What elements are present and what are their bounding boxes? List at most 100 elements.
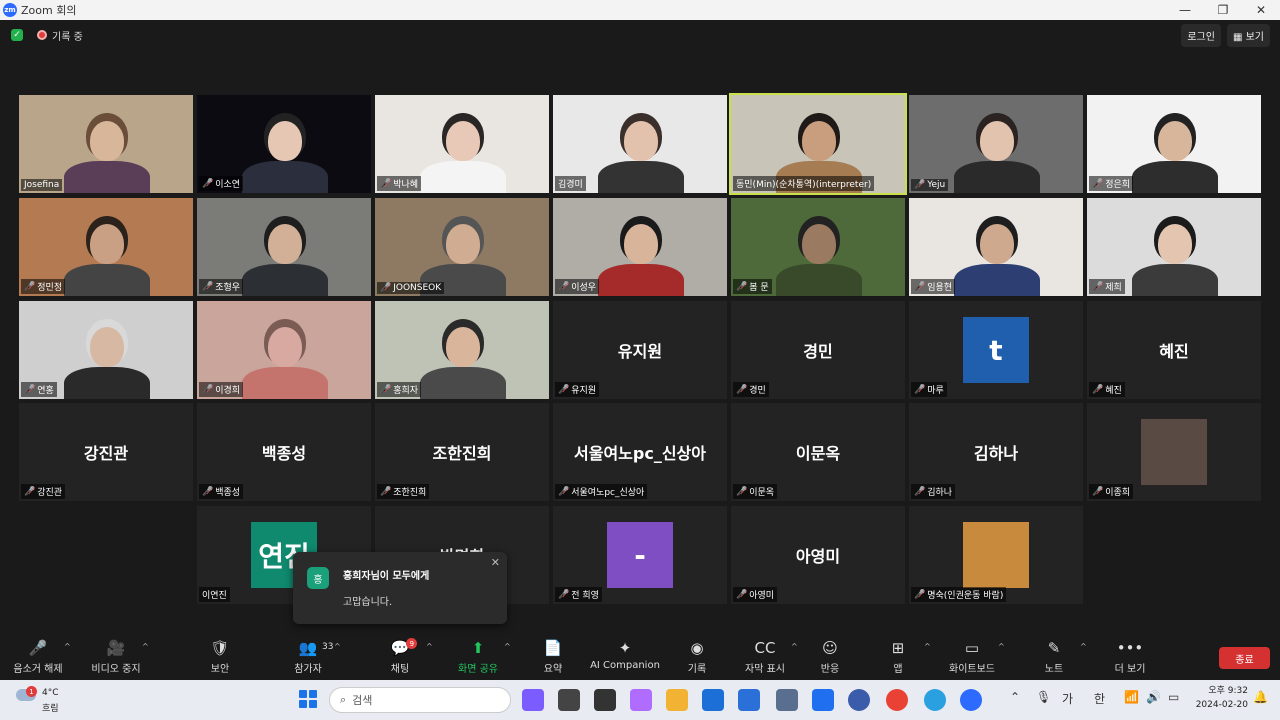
participant-tile[interactable]: t 🎤̸ 마루 <box>909 301 1083 399</box>
participant-tile[interactable]: 동민(Min)(순차통역)(interpreter) <box>729 93 907 195</box>
participant-tile[interactable]: 🎤̸ 명숙(인권운동 바람) <box>909 506 1083 604</box>
participant-tile[interactable]: 🎤̸ 정민정 <box>19 198 193 296</box>
toolbar-item[interactable]: ⊞ 앱 ^ <box>858 636 938 680</box>
microphone-icon[interactable]: 🎙 <box>1036 690 1051 704</box>
toolbar-label: 음소거 해제 <box>13 664 63 675</box>
participant-tile[interactable]: 🎤̸ Yeju <box>909 95 1083 193</box>
participant-tile[interactable]: 유지원 🎤̸ 유지원 <box>553 301 727 399</box>
encryption-shield-icon[interactable]: ✓ <box>11 29 23 41</box>
toolbar-icon: ⬆ <box>471 639 485 657</box>
caret-up-icon[interactable]: ^ <box>504 642 511 651</box>
participant-tile[interactable]: 🎤̸ 봄 문 <box>731 198 905 296</box>
toolbar-item[interactable]: ▭ 화이트보드 ^ <box>932 636 1012 680</box>
participant-tile[interactable]: 🎤̸ 조형우 <box>197 198 371 296</box>
participant-tile[interactable]: 🎤̸ 이종희 <box>1087 403 1261 501</box>
participant-tile[interactable]: 김경미 <box>553 95 727 193</box>
participant-tile[interactable]: 이문옥 🎤̸ 이문옥 <box>731 403 905 501</box>
close-window-button[interactable]: ✕ <box>1242 0 1280 20</box>
recording-indicator[interactable]: 기록 중 <box>37 28 83 43</box>
sticky-notes-icon[interactable] <box>594 689 616 711</box>
muted-mic-icon: 🎤̸ <box>914 180 926 190</box>
ime-mode-2[interactable]: 한 <box>1094 690 1105 707</box>
participant-name: 서울여노pc_신상아 <box>571 488 645 498</box>
toolbar-item[interactable]: 🛡 보안 <box>180 636 260 680</box>
app-icon[interactable] <box>848 689 870 711</box>
toolbar-label: 앱 <box>893 664 903 675</box>
notification-bell-icon[interactable]: 🔔 <box>1253 690 1268 704</box>
participant-tile[interactable]: Josefina <box>19 95 193 193</box>
copilot-icon[interactable] <box>522 689 544 711</box>
muted-mic-icon: 🎤̸ <box>914 589 926 600</box>
participant-tile[interactable]: 🎤̸ JOONSEOK <box>375 198 549 296</box>
toolbar-item[interactable]: 💬 9 채팅 ^ <box>360 636 440 680</box>
participant-name: 정은희 <box>1105 180 1131 190</box>
restore-button[interactable]: ❐ <box>1204 0 1242 20</box>
participant-tile[interactable]: 서울여노pc_신상아 🎤̸ 서울여노pc_신상아 <box>553 403 727 501</box>
participant-tile[interactable]: 김하나 🎤̸ 김하나 <box>909 403 1083 501</box>
participant-tile[interactable]: 🎤̸ 이성우 <box>553 198 727 296</box>
chat-sender: 홍희자님이 모두에게 <box>343 571 430 582</box>
participant-tile[interactable]: 🎤̸ 제희 <box>1087 198 1261 296</box>
participant-name: 김하나 <box>927 488 953 498</box>
caret-up-icon[interactable]: ^ <box>334 642 341 651</box>
outlook-icon[interactable] <box>738 689 760 711</box>
file-explorer-icon[interactable] <box>666 689 688 711</box>
login-button[interactable]: 로그인 <box>1181 23 1221 47</box>
participant-tile[interactable]: 경민 🎤̸ 경민 <box>731 301 905 399</box>
battery-icon[interactable]: ▭ <box>1168 690 1179 704</box>
zoom-taskbar-icon[interactable] <box>960 689 982 711</box>
caret-up-icon[interactable]: ^ <box>64 642 71 651</box>
toolbar-icon: ✦ <box>618 639 632 657</box>
participant-tile[interactable]: 🎤̸ 이소연 <box>197 95 371 193</box>
store-icon[interactable] <box>702 689 724 711</box>
participant-tile[interactable]: 아영미 🎤̸ 아영미 <box>731 506 905 604</box>
toolbar-item[interactable]: 👥 참가자 33 ^ <box>268 636 348 680</box>
ime-mode[interactable]: 가 <box>1062 690 1073 707</box>
weather-badge: 1 <box>26 686 37 697</box>
caret-up-icon[interactable]: ^ <box>142 642 149 651</box>
close-notification-button[interactable]: ✕ <box>491 556 500 569</box>
show-hidden-icons-icon[interactable]: ⌃ <box>1010 690 1020 704</box>
toolbar-label: AI Companion <box>590 660 660 671</box>
toolbar-item[interactable]: ••• 더 보기 <box>1090 636 1170 680</box>
wifi-icon[interactable]: 📶 <box>1124 690 1139 704</box>
task-view-icon[interactable] <box>558 689 580 711</box>
minimize-button[interactable]: — <box>1166 0 1204 20</box>
taskbar-search[interactable]: ⌕ 검색 <box>329 687 511 713</box>
participant-tile[interactable]: 🎤̸ 임용현 <box>909 198 1083 296</box>
participant-tile[interactable]: 혜진 🎤̸ 혜진 <box>1087 301 1261 399</box>
copilot-app-icon[interactable] <box>630 689 652 711</box>
toolbar-item[interactable]: ✦ AI Companion <box>585 636 665 680</box>
chrome-icon[interactable] <box>886 689 908 711</box>
participant-tile[interactable]: 🎤̸ 이경희 <box>197 301 371 399</box>
view-button[interactable]: ▦ 보기 <box>1226 23 1270 47</box>
participant-tile[interactable]: 강진관 🎤̸ 강진관 <box>19 403 193 501</box>
participant-tile[interactable]: 🎤̸ 박나혜 <box>375 95 549 193</box>
toolbar-item[interactable]: ✎ 노트 ^ <box>1014 636 1094 680</box>
calculator-icon[interactable] <box>776 689 798 711</box>
participant-tile[interactable]: 🎤̸ 정은희 <box>1087 95 1261 193</box>
end-meeting-button[interactable]: 종료 <box>1219 647 1270 669</box>
toolbar-item[interactable]: 🎥 비디오 중지 ^ <box>76 636 156 680</box>
participant-tile[interactable]: 🎤̸ 연홍 <box>19 301 193 399</box>
participant-tile[interactable]: 조한진희 🎤̸ 조한진희 <box>375 403 549 501</box>
toolbar-item[interactable]: ⬆ 화면 공유 ^ <box>438 636 518 680</box>
volume-icon[interactable]: 🔊 <box>1146 690 1161 704</box>
taskbar-clock[interactable]: 오후 9:32 2024-02-20 <box>1190 684 1248 712</box>
caret-up-icon[interactable]: ^ <box>924 642 931 651</box>
muted-mic-icon: 🎤̸ <box>202 384 214 395</box>
participant-tile[interactable]: 🎤̸ 홍희자 <box>375 301 549 399</box>
telegram-icon[interactable] <box>924 689 946 711</box>
participant-tile[interactable]: 백종성 🎤̸ 백종성 <box>197 403 371 501</box>
video-gallery: Josefina 🎤̸ 이소연 🎤̸ 박나혜 김경미 동민(Min)(순차통역)(inter… <box>0 93 1280 610</box>
caret-up-icon[interactable]: ^ <box>1080 642 1087 651</box>
dropbox-icon[interactable] <box>812 689 834 711</box>
toolbar-item[interactable]: 📄 요약 <box>513 636 593 680</box>
toolbar-item[interactable]: 🎤 음소거 해제 ^ <box>0 636 78 680</box>
windows-start-icon[interactable] <box>299 690 317 708</box>
participant-tile[interactable]: - 🎤̸ 전 희영 <box>553 506 727 604</box>
caret-up-icon[interactable]: ^ <box>998 642 1005 651</box>
chat-notification[interactable]: 홍 홍희자님이 모두에게 고맙습니다. ✕ <box>293 552 507 624</box>
caret-up-icon[interactable]: ^ <box>426 642 433 651</box>
weather-widget[interactable]: 1 4°C 흐림 <box>16 686 76 714</box>
